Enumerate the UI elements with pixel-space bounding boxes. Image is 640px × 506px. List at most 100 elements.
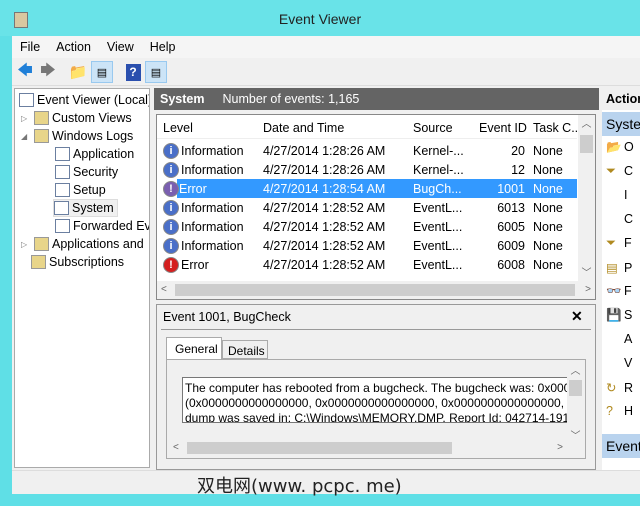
menu-help[interactable]: Help <box>142 36 184 54</box>
cell-task-category: None <box>533 162 563 177</box>
tree-item-application[interactable]: Application <box>55 145 134 163</box>
table-row[interactable]: i Information 4/27/2014 1:28:26 AM Kerne… <box>157 141 577 160</box>
cell-level: Error <box>179 181 207 196</box>
column-task-category[interactable]: Task C... <box>533 121 582 135</box>
action-item[interactable]: 💾 S <box>606 308 632 328</box>
action-item[interactable]: V <box>606 356 632 376</box>
actions-section-system[interactable]: System <box>602 112 640 136</box>
horizontal-scrollbar[interactable]: < > <box>157 281 595 299</box>
tree-item-custom-views[interactable]: ▷ Custom Views <box>21 109 132 127</box>
actions-pane: Actions System 📂O ⏷C IC ⏷F ▤P 👓F 💾S AV ↻R ?H Even… <box>602 88 640 470</box>
menu-bar: File Action View Help <box>12 36 640 58</box>
action-icon: 👓 <box>606 284 622 298</box>
open-folder-icon[interactable]: 📁 <box>67 61 89 83</box>
event-viewer-icon <box>19 93 34 107</box>
help-icon[interactable]: ? <box>125 63 141 81</box>
forward-icon[interactable]: 🡆 <box>37 61 59 83</box>
close-icon[interactable]: ✕ <box>571 308 583 325</box>
tree-item-event-viewer-local[interactable]: Event Viewer (Local) <box>19 91 149 109</box>
detail-vertical-scrollbar[interactable]: ︿ ﹀ <box>567 362 584 442</box>
action-item[interactable]: C <box>606 212 633 232</box>
log-header: System Number of events: 1,165 <box>154 88 599 110</box>
window-title: Event Viewer <box>278 11 362 27</box>
action-item[interactable]: I <box>606 188 627 208</box>
cell-event-id: 20 <box>511 143 525 158</box>
detail-horizontal-scrollbar[interactable]: < > <box>171 440 567 456</box>
back-icon[interactable]: 🡄 <box>14 61 36 83</box>
tree-item-applications-and-services[interactable]: ▷ Applications and <box>21 235 144 253</box>
cell-task-category: None <box>533 219 563 234</box>
tree-item-system[interactable]: System <box>53 199 118 217</box>
cell-level: Information <box>181 238 244 253</box>
menu-file[interactable]: File <box>12 36 48 54</box>
show-hide-console-tree-icon[interactable]: ▤ <box>91 61 113 83</box>
cell-date-time: 4/27/2014 1:28:52 AM <box>263 200 386 215</box>
column-source[interactable]: Source <box>413 121 453 135</box>
tree-item-forwarded-events[interactable]: Forwarded Ev <box>55 217 149 235</box>
center-pane: System Number of events: 1,165 Level Date… <box>154 88 599 470</box>
action-item[interactable]: ↻ R <box>606 380 633 400</box>
tree-item-setup[interactable]: Setup <box>55 181 106 199</box>
app-window: File Action View Help 🡄 🡆 📁 ▤ ? ▤ Event Vie… <box>12 36 640 497</box>
log-icon <box>55 147 70 161</box>
log-icon <box>54 201 69 215</box>
expand-icon[interactable]: ▷ <box>21 240 31 249</box>
table-row[interactable]: i Information 4/27/2014 1:28:52 AM Event… <box>157 217 577 236</box>
tab-general[interactable]: General <box>166 337 222 359</box>
cell-task-category: None <box>533 200 563 215</box>
action-item[interactable]: 📂 O <box>606 140 634 160</box>
cell-level: Information <box>181 219 244 234</box>
event-description-text[interactable]: The computer has rebooted from a bugchec… <box>182 377 570 423</box>
cell-event-id: 6008 <box>497 257 525 272</box>
event-detail-pane: Event 1001, BugCheck ✕ General Details T… <box>156 304 596 470</box>
action-icon: 💾 <box>606 308 622 322</box>
tree-item-windows-logs[interactable]: ◢ Windows Logs <box>21 127 133 145</box>
folder-icon <box>34 237 49 251</box>
cell-source: EventL... <box>413 238 463 253</box>
collapse-icon[interactable]: ◢ <box>21 132 31 141</box>
table-row[interactable]: i Information 4/27/2014 1:28:52 AM Event… <box>157 198 577 217</box>
tab-details[interactable]: Details <box>222 340 268 359</box>
status-bar: 双电网(www. pcpc. me) <box>12 470 640 497</box>
event-count: Number of events: 1,165 <box>222 92 360 106</box>
cell-level: Information <box>181 200 244 215</box>
information-icon: i <box>163 161 179 178</box>
menu-action[interactable]: Action <box>48 36 99 54</box>
table-row[interactable]: ! Error 4/27/2014 1:28:52 AM EventL... 6… <box>157 255 577 274</box>
log-name: System <box>160 92 205 106</box>
vertical-scrollbar[interactable]: ︿ ﹀ <box>578 115 595 281</box>
actions-section-event[interactable]: Event <box>602 434 640 458</box>
tree-item-security[interactable]: Security <box>55 163 118 181</box>
action-item[interactable]: ? H <box>606 404 633 424</box>
action-item[interactable]: ⏷ C <box>606 164 633 184</box>
console-tree: Event Viewer (Local) ▷ Custom Views ◢ Wind… <box>14 88 150 468</box>
expand-icon[interactable]: ▷ <box>21 114 31 123</box>
action-item[interactable]: ⏷ F <box>606 236 632 256</box>
cell-source: EventL... <box>413 219 463 234</box>
menu-view[interactable]: View <box>99 36 142 54</box>
cell-event-id: 6013 <box>497 200 525 215</box>
action-item[interactable]: ▤ P <box>606 260 632 280</box>
folder-icon <box>34 129 49 143</box>
table-row[interactable]: i Information 4/27/2014 1:28:26 AM Kerne… <box>157 160 577 179</box>
action-icon: ⏷ <box>606 236 617 250</box>
actions-header: Actions <box>602 88 640 110</box>
action-item[interactable]: 👓 F <box>606 284 632 304</box>
column-level[interactable]: Level <box>163 121 193 135</box>
cell-date-time: 4/27/2014 1:28:26 AM <box>263 162 386 177</box>
action-item[interactable]: A <box>606 332 632 352</box>
table-row[interactable]: ! Error 4/27/2014 1:28:54 AM BugCh... 10… <box>157 179 577 198</box>
tree-item-subscriptions[interactable]: Subscriptions <box>31 253 124 271</box>
cell-task-category: None <box>533 238 563 253</box>
cell-date-time: 4/27/2014 1:28:52 AM <box>263 257 386 272</box>
log-icon <box>55 165 70 179</box>
column-date-time[interactable]: Date and Time <box>263 121 344 135</box>
cell-task-category: None <box>533 181 563 196</box>
toolbar: 🡄 🡆 📁 ▤ ? ▤ <box>12 58 640 86</box>
action-icon: ▤ <box>606 261 618 275</box>
cell-date-time: 4/27/2014 1:28:54 AM <box>263 181 386 196</box>
log-icon <box>55 219 70 233</box>
table-row[interactable]: i Information 4/27/2014 1:28:52 AM Event… <box>157 236 577 255</box>
show-hide-action-pane-icon[interactable]: ▤ <box>145 61 167 83</box>
column-event-id[interactable]: Event ID <box>479 121 527 135</box>
